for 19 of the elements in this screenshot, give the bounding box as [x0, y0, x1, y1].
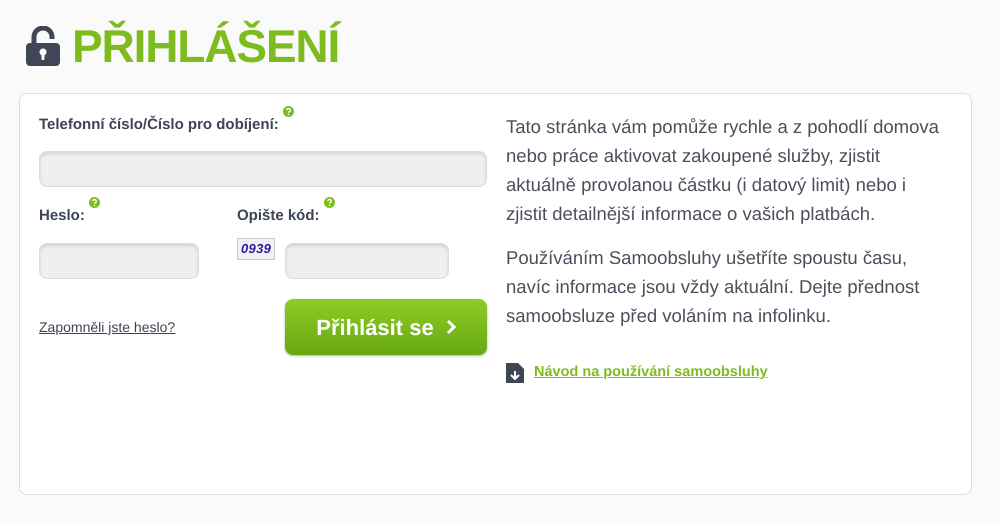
password-input[interactable]: [39, 243, 199, 279]
padlock-icon: [26, 26, 60, 66]
field-label: Telefonní číslo/Číslo pro dobíjení:: [39, 114, 279, 135]
captcha-image: 0939: [237, 238, 276, 260]
phone-input[interactable]: [39, 150, 487, 186]
page-title: PŘIHLÁŠENÍ: [72, 23, 340, 69]
help-icon[interactable]: [282, 106, 294, 117]
help-icon[interactable]: [324, 196, 335, 208]
help-icon[interactable]: [88, 196, 100, 208]
field-label: Heslo:: [39, 206, 85, 226]
field-label: Opište kód:: [237, 206, 320, 226]
info-paragraph: Používáním Samoobsluhy ušetříte spoustu času, navíc informace jsou vždy aktuální. Dejte přednost samoobsluze před voláním na infolinku.: [506, 246, 920, 328]
login-button[interactable]: Přihlásit se: [285, 299, 487, 355]
forgot-password-link[interactable]: Zapomněli jste heslo?: [39, 316, 176, 338]
chevron-right-icon: [446, 319, 456, 335]
info-paragraph: Tato stránka vám pomůže rychle a z pohodlí domova nebo práce aktivovat zakoupené služby, zjistit aktuálně provolanou částku (i datový limit) nebo i zjistit detailnější informace o vašich platbách.: [506, 115, 940, 226]
captcha-input[interactable]: [285, 243, 450, 279]
guide-link[interactable]: Návod na používání samoobsluhy: [534, 358, 768, 387]
document-download-icon: [506, 362, 524, 382]
